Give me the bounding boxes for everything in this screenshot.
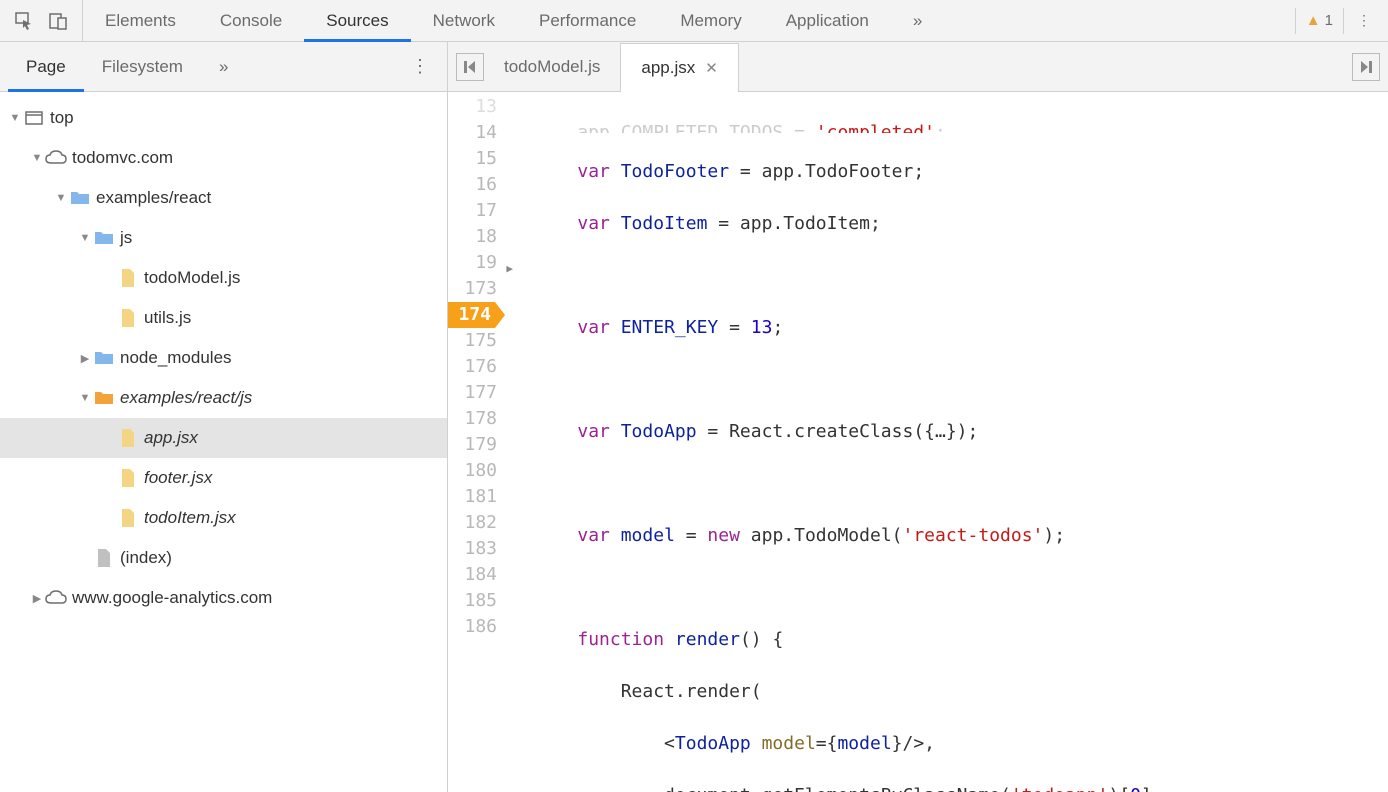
tree-label: node_modules [116, 348, 232, 368]
main-content: Page Filesystem » ⋮ ▼ top ▼ todomvc.com … [0, 42, 1388, 792]
devtools-toolbar: Elements Console Sources Network Perform… [0, 0, 1388, 42]
tree-domain-ga[interactable]: ▶ www.google-analytics.com [0, 578, 447, 618]
tree-file-app-jsx[interactable]: app.jsx [0, 418, 447, 458]
chevron-down-icon: ▼ [78, 392, 92, 404]
navigator-panel: Page Filesystem » ⋮ ▼ top ▼ todomvc.com … [0, 42, 448, 792]
editor-tab-label: todoModel.js [504, 57, 600, 77]
chevron-right-icon: ▶ [78, 352, 92, 365]
folder-icon [68, 190, 92, 206]
tree-label: (index) [116, 548, 172, 568]
window-icon [22, 111, 46, 125]
tab-console[interactable]: Console [198, 0, 304, 41]
device-toggle-icon[interactable] [44, 7, 72, 35]
subtabs-overflow-icon[interactable]: » [201, 42, 246, 91]
subtab-filesystem[interactable]: Filesystem [84, 42, 201, 91]
toolbar-right: ▲ 1 ⋮ [1295, 7, 1388, 35]
toolbar-left-icons [0, 0, 83, 41]
editor-panel: todoModel.js app.jsx ✕ 13 14 15 16 17 18… [448, 42, 1388, 792]
chevron-right-icon: ▶ [30, 592, 44, 605]
file-icon [116, 308, 140, 328]
tree-label: todoItem.jsx [140, 508, 236, 528]
tree-file-utils[interactable]: utils.js [0, 298, 447, 338]
code-content[interactable]: app.COMPLETED_TODOS = 'completed'; var T… [504, 92, 1388, 792]
tab-memory[interactable]: Memory [658, 0, 763, 41]
navigator-subtabs: Page Filesystem » ⋮ [0, 42, 447, 92]
tab-performance[interactable]: Performance [517, 0, 658, 41]
tabs-overflow-icon[interactable]: » [891, 0, 944, 41]
subtab-page[interactable]: Page [8, 42, 84, 91]
tree-file-index[interactable]: (index) [0, 538, 447, 578]
tree-label: todoModel.js [140, 268, 240, 288]
line-gutter[interactable]: 13 14 15 16 17 18 19▶ 173 174 175 176 17… [448, 92, 504, 792]
tree-label: examples/react/js [116, 388, 252, 408]
file-icon [116, 508, 140, 528]
warning-triangle-icon: ▲ [1306, 12, 1321, 29]
tab-network[interactable]: Network [411, 0, 517, 41]
tree-label: examples/react [92, 188, 211, 208]
file-icon [116, 428, 140, 448]
folder-icon [92, 230, 116, 246]
main-tabs: Elements Console Sources Network Perform… [83, 0, 1295, 41]
breakpoint-marker[interactable]: 174 [448, 302, 505, 328]
file-icon [116, 468, 140, 488]
warning-badge[interactable]: ▲ 1 [1295, 8, 1344, 34]
cloud-icon [44, 150, 68, 166]
tree-label: footer.jsx [140, 468, 212, 488]
tree-label: app.jsx [140, 428, 198, 448]
tree-folder-node-modules[interactable]: ▶ node_modules [0, 338, 447, 378]
tree-folder-examples-react-js[interactable]: ▼ examples/react/js [0, 378, 447, 418]
warning-count: 1 [1325, 12, 1333, 29]
tree-domain-todomvc[interactable]: ▼ todomvc.com [0, 138, 447, 178]
chevron-down-icon: ▼ [30, 152, 44, 164]
editor-tab-label: app.jsx [641, 58, 695, 78]
folder-icon [92, 390, 116, 406]
foldable-line[interactable]: 19▶ [448, 250, 497, 276]
kebab-menu-icon[interactable]: ⋮ [1350, 7, 1378, 35]
code-editor[interactable]: 13 14 15 16 17 18 19▶ 173 174 175 176 17… [448, 92, 1388, 792]
tab-sources[interactable]: Sources [304, 0, 410, 41]
tree-label: top [46, 108, 74, 128]
file-icon [92, 548, 116, 568]
fold-arrow-icon[interactable]: ▶ [506, 256, 513, 282]
tree-folder-js[interactable]: ▼ js [0, 218, 447, 258]
chevron-down-icon: ▼ [54, 192, 68, 204]
editor-tab-app[interactable]: app.jsx ✕ [620, 43, 738, 92]
tree-label: utils.js [140, 308, 191, 328]
navigator-menu-icon[interactable]: ⋮ [401, 56, 439, 77]
tab-elements[interactable]: Elements [83, 0, 198, 41]
close-icon[interactable]: ✕ [705, 59, 718, 77]
tab-application[interactable]: Application [764, 0, 891, 41]
nav-next-icon[interactable] [1352, 53, 1380, 81]
tree-label: todomvc.com [68, 148, 173, 168]
editor-tab-todoModel[interactable]: todoModel.js [484, 42, 620, 91]
editor-tabbar: todoModel.js app.jsx ✕ [448, 42, 1388, 92]
file-icon [116, 268, 140, 288]
tree-top[interactable]: ▼ top [0, 98, 447, 138]
tree-folder-examples-react[interactable]: ▼ examples/react [0, 178, 447, 218]
cloud-icon [44, 590, 68, 606]
tree-label: js [116, 228, 132, 248]
tree-file-todoModel[interactable]: todoModel.js [0, 258, 447, 298]
nav-prev-icon[interactable] [456, 53, 484, 81]
tree-file-todoItem-jsx[interactable]: todoItem.jsx [0, 498, 447, 538]
tree-label: www.google-analytics.com [68, 588, 272, 608]
tree-file-footer-jsx[interactable]: footer.jsx [0, 458, 447, 498]
folder-icon [92, 350, 116, 366]
chevron-down-icon: ▼ [8, 112, 22, 124]
inspect-element-icon[interactable] [10, 7, 38, 35]
file-tree: ▼ top ▼ todomvc.com ▼ examples/react ▼ j… [0, 92, 447, 792]
chevron-down-icon: ▼ [78, 232, 92, 244]
